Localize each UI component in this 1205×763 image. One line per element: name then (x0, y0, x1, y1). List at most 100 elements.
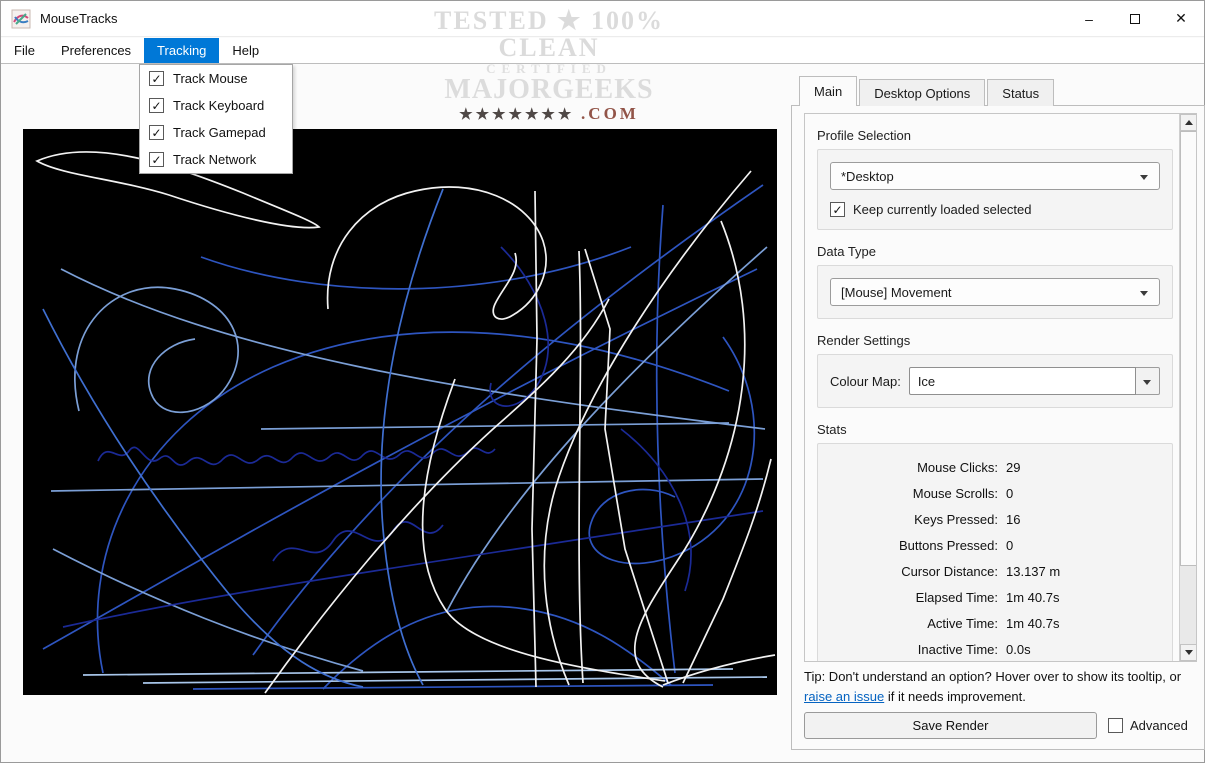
mouse-track-paths (23, 129, 777, 695)
mouse-track-path (201, 247, 631, 289)
save-render-button[interactable]: Save Render (804, 712, 1097, 739)
menu-item-label: Track Network (173, 152, 256, 167)
mouse-track-path (63, 511, 763, 627)
stat-label: Cursor Distance: (830, 564, 998, 579)
stat-label: Mouse Scrolls: (830, 486, 998, 501)
stat-value: 1m 40.7s (1006, 590, 1160, 605)
advanced-label: Advanced (1130, 718, 1188, 733)
maximize-button[interactable] (1112, 1, 1158, 36)
profile-selection-title: Profile Selection (817, 128, 1173, 143)
stat-row: Mouse Clicks: 29 (830, 454, 1160, 480)
raise-an-issue-link[interactable]: raise an issue (804, 689, 884, 704)
data-type-dropdown-value: [Mouse] Movement (841, 285, 952, 300)
chevron-down-icon (1140, 175, 1148, 180)
profile-dropdown[interactable]: *Desktop (830, 162, 1160, 190)
mouse-track-path (490, 247, 548, 406)
tab-desktop-options[interactable]: Desktop Options (859, 79, 985, 106)
mouse-track-path (273, 522, 443, 561)
stat-row: Mouse Scrolls: 0 (830, 480, 1160, 506)
tab-main[interactable]: Main (799, 76, 857, 106)
chevron-down-icon (1143, 380, 1151, 385)
mouse-track-path (585, 249, 668, 683)
checkbox-track-network[interactable]: ✓ (149, 152, 164, 167)
stat-row: Keys Pressed:16 (830, 506, 1160, 532)
keep-loaded-label: Keep currently loaded selected (853, 202, 1032, 217)
stat-label: Mouse Clicks: (830, 460, 998, 475)
colour-map-input[interactable]: Ice (909, 367, 1136, 395)
advanced-checkbox[interactable]: ✓ (1108, 718, 1123, 733)
menu-item-track-keyboard[interactable]: ✓ Track Keyboard (140, 92, 292, 119)
render-settings-title: Render Settings (817, 333, 1173, 348)
checkbox-track-keyboard[interactable]: ✓ (149, 98, 164, 113)
menu-preferences[interactable]: Preferences (48, 38, 144, 63)
mouse-track-render-canvas (23, 129, 777, 695)
scroll-up-button[interactable] (1180, 114, 1197, 131)
colour-map-dropdown-button[interactable] (1136, 367, 1160, 395)
check-icon: ✓ (151, 154, 161, 166)
profile-selection-group: *Desktop ✓ Keep currently loaded selecte… (817, 149, 1173, 230)
data-type-dropdown[interactable]: [Mouse] Movement (830, 278, 1160, 306)
stat-value: 0 (1006, 486, 1160, 501)
maximize-icon (1130, 14, 1140, 24)
check-icon: ✓ (151, 100, 161, 112)
check-icon: ✓ (151, 73, 161, 85)
mouse-track-path (75, 287, 238, 412)
checkbox-track-mouse[interactable]: ✓ (149, 71, 164, 86)
chevron-down-icon (1140, 291, 1148, 296)
mouse-track-path (635, 221, 745, 687)
stat-value: 0 (1006, 538, 1160, 553)
stats-title: Stats (817, 422, 1173, 437)
stat-value: 13.137 m (1006, 564, 1160, 579)
data-type-title: Data Type (817, 244, 1173, 259)
menu-item-track-gamepad[interactable]: ✓ Track Gamepad (140, 119, 292, 146)
stat-label: Buttons Pressed: (830, 538, 998, 553)
scrollbar-thumb[interactable] (1180, 131, 1197, 566)
close-button[interactable]: ✕ (1158, 1, 1204, 36)
mouse-track-path (97, 332, 729, 673)
tracking-dropdown-menu: ✓ Track Mouse ✓ Track Keyboard ✓ Track G… (139, 64, 293, 174)
check-icon: ✓ (832, 204, 842, 216)
menu-item-label: Track Keyboard (173, 98, 264, 113)
stat-row: Active Time:1m 40.7s (830, 610, 1160, 636)
menu-file[interactable]: File (1, 38, 48, 63)
tip-text: Tip: Don't understand an option? Hover o… (804, 667, 1198, 707)
stat-label: Inactive Time: (830, 642, 998, 657)
mouse-track-path (51, 479, 763, 491)
scroll-down-button[interactable] (1180, 644, 1197, 661)
stat-row: Buttons Pressed: 0 (830, 532, 1160, 558)
save-render-label: Save Render (913, 718, 989, 733)
stat-row: Cursor Distance: 13.137 m (830, 558, 1160, 584)
vertical-scrollbar[interactable] (1179, 114, 1196, 661)
menu-bar: File Preferences Tracking Help (1, 38, 1204, 64)
menu-item-track-network[interactable]: ✓ Track Network (140, 146, 292, 173)
stat-value: 29 (1006, 460, 1160, 475)
menu-tracking[interactable]: Tracking (144, 38, 219, 63)
mouse-track-path (657, 205, 675, 673)
colour-map-label: Colour Map: (830, 374, 901, 389)
menu-item-label: Track Gamepad (173, 125, 266, 140)
window-title: MouseTracks (40, 11, 118, 26)
mouse-track-path (579, 251, 583, 683)
minimize-button[interactable]: – (1066, 1, 1112, 36)
profile-dropdown-value: *Desktop (841, 169, 894, 184)
mouse-track-path (143, 677, 767, 683)
tab-status[interactable]: Status (987, 79, 1054, 106)
settings-content: Profile Selection *Desktop ✓ Keep curren… (805, 114, 1181, 661)
app-icon (11, 9, 31, 29)
minimize-icon: – (1085, 11, 1093, 27)
checkbox-track-gamepad[interactable]: ✓ (149, 125, 164, 140)
title-bar: MouseTracks – ✕ (1, 1, 1204, 37)
menu-item-label: Track Mouse (173, 71, 248, 86)
triangle-down-icon (1185, 650, 1193, 655)
stat-value: 0.0s (1006, 642, 1160, 657)
data-type-group: [Mouse] Movement (817, 265, 1173, 319)
menu-help[interactable]: Help (219, 38, 272, 63)
stat-label: Elapsed Time: (830, 590, 998, 605)
stats-group: Mouse Clicks: 29 Mouse Scrolls: 0 Keys Pre… (817, 443, 1173, 662)
stat-value: 16 (1006, 512, 1160, 527)
keep-loaded-checkbox[interactable]: ✓ (830, 202, 845, 217)
stat-label: Active Time: (830, 616, 998, 631)
mouse-track-path (683, 459, 771, 683)
menu-item-track-mouse[interactable]: ✓ Track Mouse (140, 65, 292, 92)
triangle-up-icon (1185, 120, 1193, 125)
